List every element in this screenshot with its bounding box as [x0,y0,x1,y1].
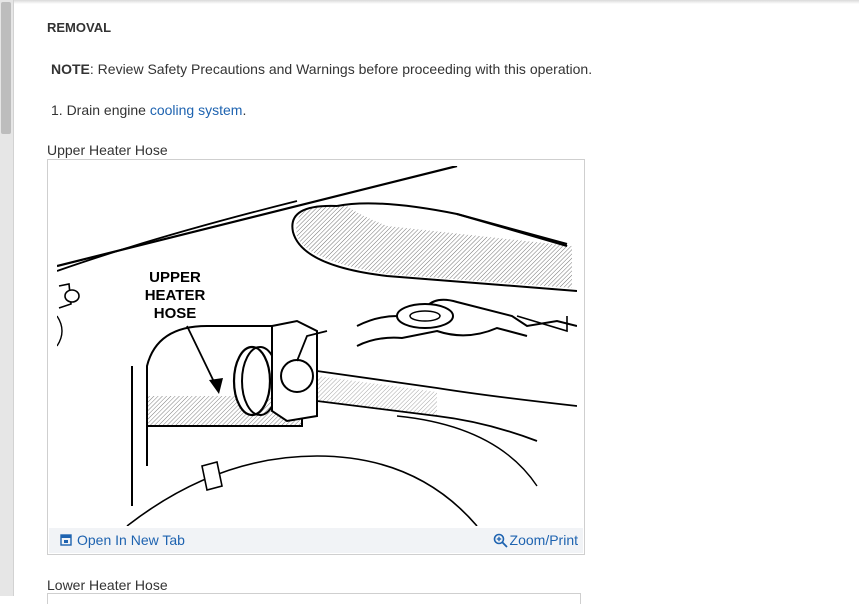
note-label: NOTE [51,61,90,77]
magnifier-plus-icon [493,533,508,548]
scrollbar[interactable] [0,0,14,596]
open-in-new-tab-icon [60,534,72,546]
figure-lower-heater-hose [47,593,581,604]
open-in-new-tab-label: Open In New Tab [77,532,185,548]
figure-caption-lower: Lower Heater Hose [47,577,168,593]
step-1: 1. Drain engine cooling system. [51,102,246,118]
scrollbar-thumb[interactable] [1,2,11,134]
callout-line-1: UPPER [149,269,201,286]
step-1-suffix: . [242,102,247,118]
note-paragraph: NOTE: Review Safety Precautions and Warn… [51,61,592,77]
figure-toolbar: Open In New Tab Zoom/Print [49,528,583,553]
note-text: : Review Safety Precautions and Warnings… [89,61,593,77]
cooling-system-link[interactable]: cooling system [150,102,243,118]
open-in-new-tab-button[interactable]: Open In New Tab [60,532,185,548]
zoom-print-button[interactable]: Zoom/Print [493,532,578,548]
upper-heater-hose-illustration: UPPER HEATER HOSE [57,166,577,526]
top-shadow [14,0,859,4]
callout-line-3: HOSE [154,305,197,322]
figure-caption-upper: Upper Heater Hose [47,142,168,158]
zoom-print-label: Zoom/Print [509,532,578,548]
callout-line-2: HEATER [145,287,206,304]
section-heading: REMOVAL [47,20,112,35]
figure-upper-heater-hose: UPPER HEATER HOSE Open In New Tab Zoom/P… [47,159,585,555]
step-1-prefix: 1. Drain engine [51,102,150,118]
